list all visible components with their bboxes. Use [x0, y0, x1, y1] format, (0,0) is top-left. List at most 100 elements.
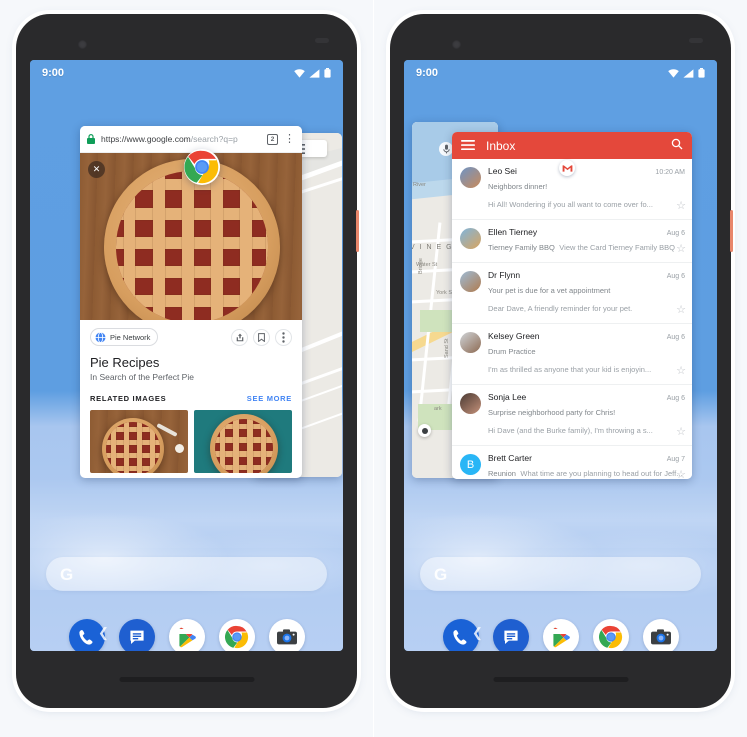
map-label: V I N E G	[412, 244, 454, 251]
map-label: t River	[412, 182, 426, 188]
gmail-search-button[interactable]	[671, 137, 683, 155]
avatar	[460, 332, 481, 353]
more-vertical-icon[interactable]	[275, 328, 292, 346]
email-sender: Leo Sei	[488, 166, 517, 176]
power-button[interactable]	[730, 210, 733, 252]
email-subject: Drum Practice	[488, 347, 536, 356]
email-sender: Kelsey Green	[488, 331, 540, 341]
google-g-icon: G	[60, 564, 74, 584]
related-images-strip	[90, 410, 292, 473]
email-sender: Ellen Tierney	[488, 227, 538, 237]
gmail-menu-button[interactable]	[461, 137, 475, 155]
url-host: https://www.google.com	[101, 134, 191, 144]
gmail-m-icon	[559, 160, 575, 176]
power-button[interactable]	[356, 210, 359, 252]
related-image-thumbnail[interactable]	[194, 410, 292, 473]
email-list-item[interactable]: B Brett Carter Aug 7 Reunion What time a…	[452, 446, 692, 479]
email-subject: Surprise neighborhood party for Chris!	[488, 408, 616, 417]
map-label: Bridge	[418, 258, 424, 274]
see-more-link[interactable]: SEE MORE	[247, 394, 292, 403]
left-pane: 9:00 https://www.google.com/search?q=p 2…	[0, 0, 373, 737]
gmail-app-bar: Inbox	[452, 132, 692, 159]
email-list-item[interactable]: Dr Flynn Aug 6 Your pet is due for a vet…	[452, 263, 692, 324]
hamburger-icon	[461, 139, 475, 150]
email-snippet: Hi Dave (and the Burke family), I'm thro…	[488, 426, 653, 435]
home-pill[interactable]	[543, 629, 578, 634]
email-date: Aug 6	[666, 395, 685, 402]
related-image-thumbnail[interactable]	[90, 410, 188, 473]
page-subtitle: In Search of the Perfect Pie	[90, 372, 194, 382]
avatar	[460, 228, 481, 249]
chrome-icon	[183, 148, 221, 186]
email-sender: Brett Carter	[488, 453, 532, 463]
browser-url-bar[interactable]: https://www.google.com/search?q=p 2 ⋮	[80, 126, 302, 153]
email-snippet: I'm as thrilled as anyone that your kid …	[488, 365, 652, 374]
avatar: B	[460, 454, 481, 475]
star-outline-icon[interactable]: ☆	[676, 468, 686, 479]
bottom-speaker-grille	[119, 677, 254, 682]
url-path: /search?q=p	[190, 134, 238, 144]
right-phone-device: 9:00 River V I N E G Water St Bridge Yor…	[390, 14, 733, 708]
email-snippet: What time are you planning to head out f…	[520, 469, 683, 478]
action-buttons	[231, 328, 292, 346]
related-images-label: RELATED IMAGES	[90, 394, 167, 403]
email-list-item[interactable]: Kelsey Green Aug 6 Drum Practice I'm as …	[452, 324, 692, 385]
pie-lattice	[116, 171, 268, 320]
google-g-icon: G	[434, 564, 448, 584]
back-chevron-icon[interactable]: ❮	[98, 626, 109, 639]
left-phone-device: 9:00 https://www.google.com/search?q=p 2…	[16, 14, 359, 708]
status-icon-group	[294, 68, 331, 78]
share-icon[interactable]	[231, 328, 248, 346]
email-snippet: Dear Dave, A friendly reminder for your …	[488, 304, 633, 313]
right-pane: 9:00 River V I N E G Water St Bridge Yor…	[374, 0, 747, 737]
my-location-icon[interactable]	[418, 424, 431, 437]
search-icon	[671, 138, 683, 149]
star-outline-icon[interactable]: ☆	[676, 303, 686, 316]
close-icon[interactable]: ✕	[88, 161, 105, 178]
signal-icon	[309, 68, 320, 78]
right-phone-screen: 9:00 River V I N E G Water St Bridge Yor…	[404, 60, 717, 651]
email-date: Aug 6	[666, 334, 685, 341]
google-search-widget[interactable]: G	[46, 557, 327, 591]
star-outline-icon[interactable]: ☆	[676, 242, 686, 255]
browser-content: Pie Network Pie Recipes In Search of the…	[80, 320, 302, 473]
proximity-sensor-icon	[689, 38, 703, 43]
status-clock: 9:00	[416, 67, 439, 79]
map-label: ark	[434, 406, 442, 412]
avatar	[460, 271, 481, 292]
status-icon-group	[668, 68, 705, 78]
star-outline-icon[interactable]: ☆	[676, 425, 686, 438]
status-bar: 9:00	[30, 60, 343, 86]
microphone-icon[interactable]	[439, 142, 453, 156]
source-chip[interactable]: Pie Network	[90, 328, 159, 346]
email-sender: Sonja Lee	[488, 392, 527, 402]
bottom-speaker-grille	[493, 677, 628, 682]
status-bar: 9:00	[404, 60, 717, 86]
proximity-sensor-icon	[315, 38, 329, 43]
back-chevron-icon[interactable]: ❮	[472, 626, 483, 639]
avatar	[460, 393, 481, 414]
battery-icon	[324, 68, 331, 78]
email-subject: Your pet is due for a vet appointment	[488, 286, 611, 295]
email-list-item[interactable]: Sonja Lee Aug 6 Surprise neighborhood pa…	[452, 385, 692, 446]
email-list-item[interactable]: Ellen Tierney Aug 6 Tierney Family BBQ V…	[452, 220, 692, 263]
screenshot-root: 9:00 https://www.google.com/search?q=p 2…	[0, 0, 747, 737]
google-search-widget[interactable]: G	[420, 557, 701, 591]
email-date: Aug 6	[666, 273, 685, 280]
navigation-bar: ❮	[30, 617, 343, 651]
recents-card-gmail[interactable]: Inbox Leo Sei 10:20 AM Neighbors dinner!…	[452, 132, 692, 479]
email-list: Leo Sei 10:20 AM Neighbors dinner! Hi Al…	[452, 159, 692, 479]
navigation-bar: ❮	[404, 617, 717, 651]
source-and-actions-row: Pie Network	[90, 328, 292, 346]
map-label: York St	[436, 290, 454, 296]
tab-count-button[interactable]: 2	[267, 133, 278, 145]
star-outline-icon[interactable]: ☆	[676, 199, 686, 212]
browser-menu-button[interactable]: ⋮	[284, 134, 295, 145]
related-images-header: RELATED IMAGES SEE MORE	[90, 394, 292, 403]
status-clock: 9:00	[42, 67, 65, 79]
url-text: https://www.google.com/search?q=p	[101, 134, 261, 144]
star-outline-icon[interactable]: ☆	[676, 364, 686, 377]
avatar	[460, 167, 481, 188]
bookmark-icon[interactable]	[253, 328, 270, 346]
home-pill[interactable]	[169, 629, 204, 634]
